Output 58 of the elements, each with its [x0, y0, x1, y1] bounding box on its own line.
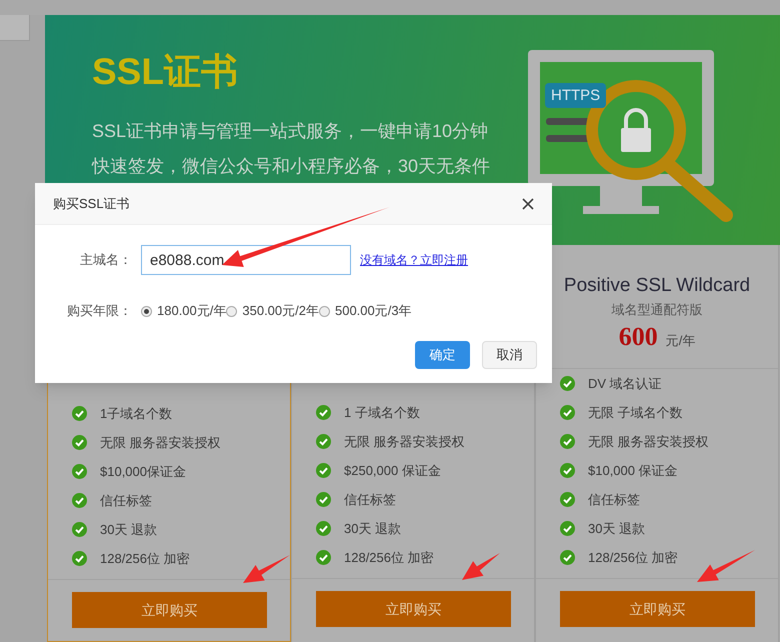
check-icon: [560, 434, 575, 449]
feature-text: $250,000 保证金: [344, 462, 441, 480]
feature-text: 1子域名个数: [100, 404, 172, 423]
feature-text: 信任标签: [588, 490, 640, 509]
feature-text: 128/256位 加密: [344, 548, 434, 567]
check-icon: [316, 434, 331, 449]
feature-text: 无限 服务器安装授权: [100, 434, 221, 452]
check-icon: [72, 464, 87, 479]
dialog-title: 购买SSL证书: [53, 194, 130, 213]
check-icon: [72, 406, 87, 421]
feature-text: 1 子域名个数: [344, 404, 420, 422]
feature-text: 30天 退款: [588, 520, 646, 538]
banner-title: SSL证书: [92, 50, 239, 94]
check-icon: [560, 463, 575, 478]
plan-price: 600: [618, 321, 658, 353]
period-option[interactable]: 350.00元/2年: [226, 301, 319, 321]
feature-text: $10,000 保证金: [588, 462, 678, 480]
annotation-arrow: [462, 553, 500, 580]
check-icon: [560, 550, 575, 565]
feature-text: $10,000保证金: [100, 462, 186, 481]
https-badge: HTTPS: [545, 83, 606, 108]
check-icon: [316, 550, 331, 565]
check-icon: [316, 405, 331, 420]
annotation-arrow: [243, 555, 290, 583]
period-option[interactable]: 180.00元/年: [141, 301, 226, 321]
feature-text: 无限 服务器安装授权: [344, 432, 465, 451]
plan-subtitle: 域名型通配符版: [612, 301, 702, 319]
field-label: 购买年限：: [66, 302, 132, 320]
feature-text: DV 域名认证: [588, 374, 662, 393]
feature-text: 30天 退款: [344, 520, 402, 538]
check-icon: [560, 405, 575, 420]
annotation-arrow: [697, 550, 755, 582]
feature-text: 128/256位 加密: [588, 548, 678, 567]
register-link[interactable]: 没有域名？立即注册: [360, 251, 468, 269]
field-label: 主城名：: [79, 251, 132, 270]
check-icon: [316, 521, 331, 536]
price-unit: 元/年: [666, 332, 696, 350]
domain-input[interactable]: e8088.com: [141, 245, 351, 275]
check-icon: [316, 492, 331, 507]
feature-text: 信任标签: [344, 490, 396, 509]
plan-name: Positive SSL Wildcard: [564, 274, 750, 298]
check-icon: [72, 435, 87, 450]
close-icon[interactable]: [522, 198, 534, 210]
check-icon: [560, 521, 575, 536]
feature-text: 30天 退款: [100, 520, 158, 539]
feature-text: 128/256位 加密: [100, 550, 190, 568]
dialog-button[interactable]: 取消: [482, 341, 537, 369]
check-icon: [560, 492, 575, 507]
feature-text: 无限 服务器安装授权: [588, 432, 709, 451]
banner-description: SSL证书申请与管理一站式服务，一键申请10分钟 快速签发，微信公众号和小程序必备，30天无条件: [92, 120, 490, 178]
check-icon: [316, 463, 331, 478]
check-icon: [72, 551, 87, 566]
period-option[interactable]: 500.00元/3年: [318, 301, 412, 321]
check-icon: [560, 376, 575, 391]
check-icon: [72, 493, 87, 508]
feature-text: 无限 子域名个数: [588, 404, 683, 422]
feature-text: 信任标签: [100, 492, 152, 510]
check-icon: [72, 522, 87, 537]
